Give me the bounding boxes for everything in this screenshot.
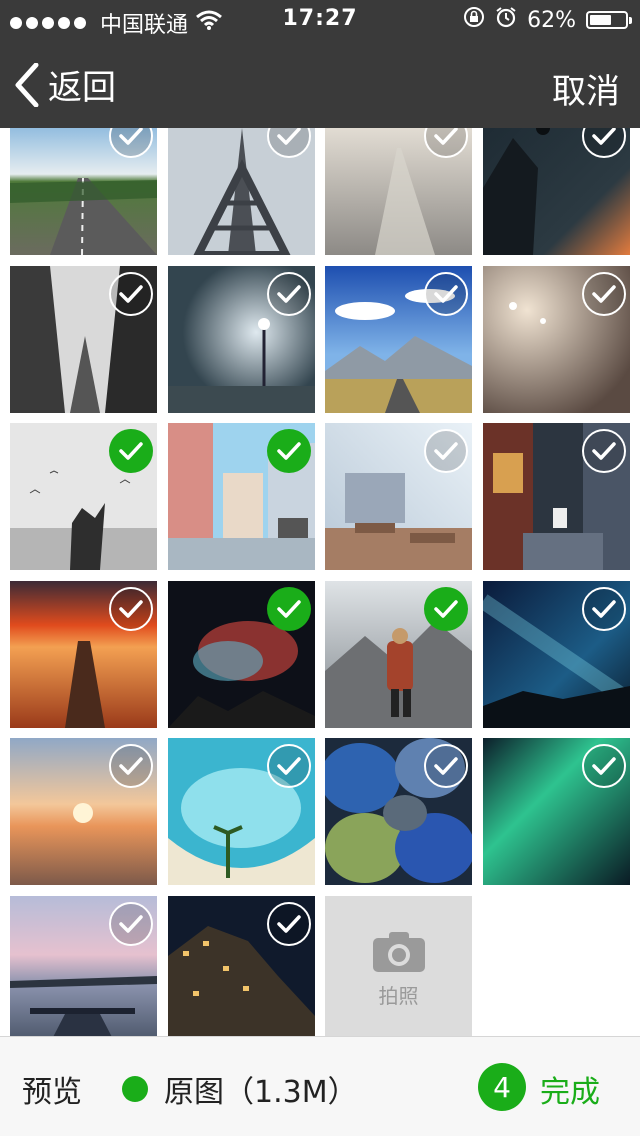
checked-selection-icon[interactable] (109, 429, 153, 473)
chevron-left-icon (15, 62, 39, 107)
photo-thumbnail[interactable] (168, 580, 315, 728)
selection-check-icon[interactable] (582, 586, 626, 631)
checked-selection-icon[interactable] (267, 586, 311, 631)
navigation-bar: 返回 取消 (0, 40, 640, 128)
done-button[interactable]: 完成 (540, 1067, 600, 1111)
photo-thumbnail[interactable] (168, 265, 315, 413)
status-bar-right: 62% (463, 6, 632, 34)
original-image-toggle[interactable]: 原图（1.3M） (122, 1067, 358, 1111)
photo-thumbnail[interactable] (168, 895, 315, 1036)
selection-check-icon[interactable] (109, 744, 153, 788)
selection-check-icon[interactable] (267, 271, 311, 316)
photo-thumbnail[interactable] (325, 265, 472, 413)
selection-check-icon[interactable] (109, 586, 153, 631)
photo-thumbnail[interactable] (325, 423, 472, 570)
checked-selection-icon[interactable] (424, 586, 468, 631)
selection-check-icon[interactable] (109, 901, 153, 946)
selection-check-icon[interactable] (424, 744, 468, 788)
preview-button[interactable]: 预览 (22, 1067, 82, 1111)
photo-thumbnail[interactable] (483, 738, 630, 885)
photo-thumbnail[interactable] (168, 128, 315, 255)
cancel-button[interactable]: 取消 (552, 64, 620, 113)
selection-check-icon[interactable] (582, 744, 626, 788)
selection-check-icon[interactable] (424, 271, 468, 316)
rotation-lock-icon (463, 6, 485, 34)
take-photo-tile[interactable]: 拍照 (325, 895, 472, 1036)
photo-thumbnail[interactable] (10, 738, 157, 885)
battery-icon (586, 11, 632, 29)
photo-thumbnail[interactable] (483, 265, 630, 413)
photo-thumbnail[interactable] (483, 580, 630, 728)
status-bar: 中国联通 17:27 62% (0, 0, 640, 40)
camera-icon (372, 931, 425, 972)
selected-count-badge: 4 (478, 1063, 526, 1111)
selection-check-icon[interactable] (109, 271, 153, 316)
photo-thumbnail[interactable] (10, 128, 157, 255)
back-button[interactable]: 返回 (14, 60, 116, 109)
alarm-icon (495, 6, 517, 34)
photo-thumbnail[interactable] (325, 128, 472, 255)
photo-thumbnail[interactable] (168, 423, 315, 570)
original-radio-icon (122, 1076, 148, 1102)
photo-thumbnail[interactable] (168, 738, 315, 885)
back-label: 返回 (48, 68, 116, 108)
bottom-toolbar: 预览 原图（1.3M） 4 完成 (0, 1036, 640, 1136)
photo-grid: 拍照 (0, 128, 640, 1036)
selection-check-icon[interactable] (267, 744, 311, 788)
photo-thumbnail[interactable] (10, 895, 157, 1036)
photo-thumbnail[interactable] (10, 580, 157, 728)
take-photo-label: 拍照 (378, 983, 419, 1008)
original-image-label: 原图（1.3M） (164, 1075, 358, 1110)
checked-selection-icon[interactable] (267, 429, 311, 473)
photo-thumbnail[interactable] (10, 423, 157, 570)
photo-thumbnail[interactable] (483, 423, 630, 570)
photo-thumbnail[interactable] (483, 128, 630, 255)
selection-check-icon[interactable] (582, 271, 626, 316)
selection-check-icon[interactable] (424, 429, 468, 473)
battery-percent: 62% (527, 7, 576, 33)
selection-check-icon[interactable] (582, 429, 626, 473)
photo-thumbnail[interactable] (325, 580, 472, 728)
selection-check-icon[interactable] (267, 901, 311, 946)
photo-thumbnail[interactable] (325, 738, 472, 885)
photo-thumbnail[interactable] (10, 265, 157, 413)
